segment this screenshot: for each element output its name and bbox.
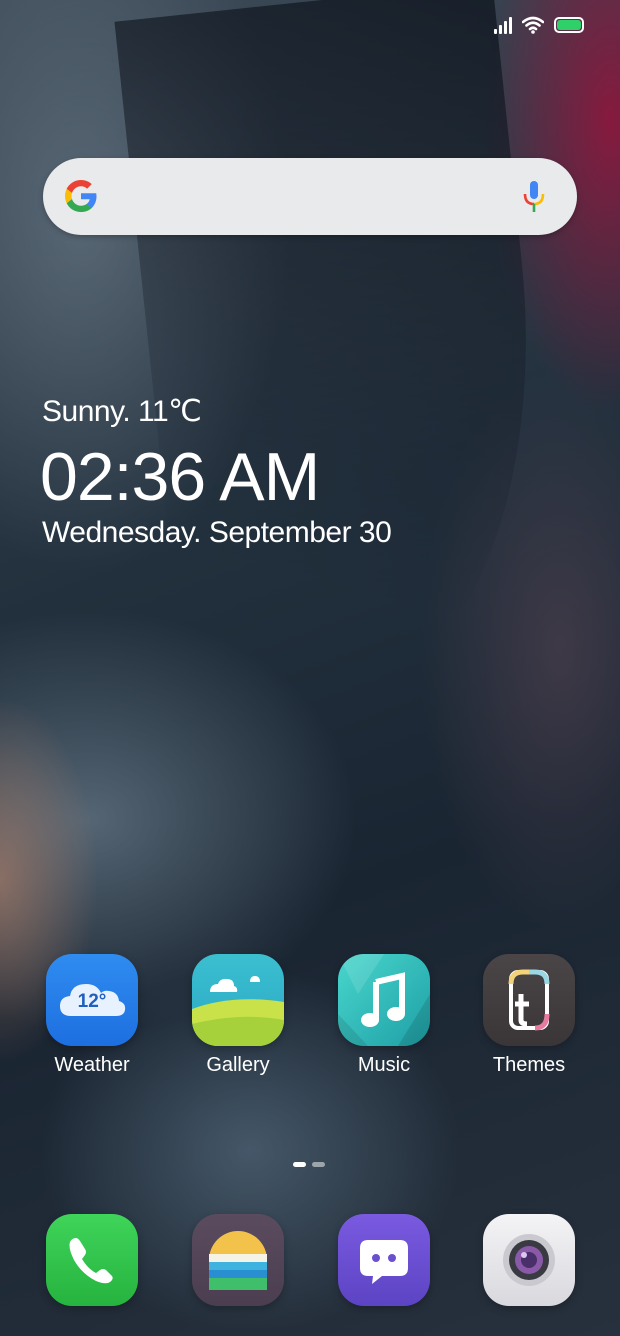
page-dot-current	[293, 1162, 306, 1167]
music-app-icon	[338, 954, 430, 1046]
page-indicator	[293, 1162, 325, 1167]
signal-icon	[494, 16, 512, 34]
app-weather[interactable]: 12° Weather	[32, 954, 152, 1077]
wifi-icon	[522, 16, 544, 34]
app-themes[interactable]: Themes	[469, 954, 589, 1077]
camera-icon	[483, 1214, 575, 1306]
weather-app-temperature: 12°	[77, 991, 107, 1012]
app-label: Gallery	[206, 1054, 270, 1076]
app-music[interactable]: Music	[324, 954, 444, 1077]
themes-app-icon	[483, 954, 575, 1046]
page-dot	[312, 1162, 325, 1167]
messages-icon	[338, 1214, 430, 1306]
battery-icon	[554, 17, 584, 33]
clock-time[interactable]: 02:36 AM	[40, 438, 320, 516]
google-search-bar[interactable]	[43, 158, 577, 235]
google-logo-icon	[65, 180, 97, 212]
dock-browser[interactable]	[178, 1214, 298, 1306]
weather-app-icon: 12°	[46, 954, 138, 1046]
status-bar	[494, 16, 584, 34]
microphone-icon[interactable]	[521, 180, 547, 214]
app-label: Themes	[492, 1054, 566, 1076]
weather-summary[interactable]: Sunny. 11℃	[42, 394, 202, 429]
phone-icon	[46, 1214, 138, 1306]
app-label: Weather	[54, 1054, 130, 1076]
browser-icon	[192, 1214, 284, 1306]
clock-date[interactable]: Wednesday. September 30	[42, 516, 392, 550]
dock-messages[interactable]	[324, 1214, 444, 1306]
app-gallery[interactable]: Gallery	[178, 954, 298, 1077]
dock-phone[interactable]	[32, 1214, 152, 1306]
dock-camera[interactable]	[469, 1214, 589, 1306]
gallery-app-icon	[192, 954, 284, 1046]
app-label: Music	[357, 1054, 411, 1076]
